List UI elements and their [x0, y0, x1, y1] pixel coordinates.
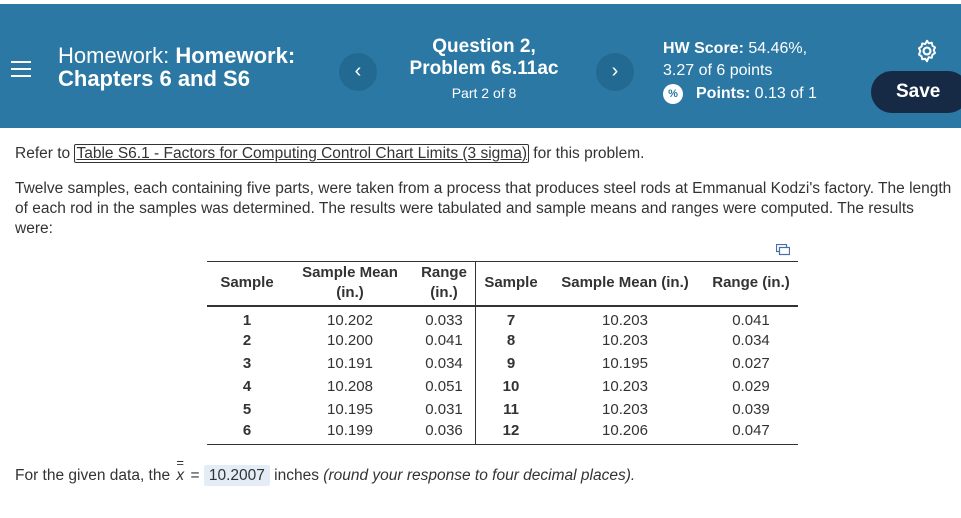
sample-cell: 12 [475, 421, 546, 445]
table-row: 4 10.208 0.051 10 10.203 0.029 [207, 375, 798, 399]
table-row: 3 10.191 0.034 9 10.195 0.027 [207, 352, 798, 376]
mean-cell: 10.206 [602, 422, 648, 440]
answer-units: inches [269, 467, 324, 484]
answer-line: For the given data, the x = 10.2007 inch… [15, 453, 636, 486]
next-question-button[interactable]: › [596, 53, 634, 91]
points-row: % Points: 0.13 of 1 [663, 83, 817, 105]
save-button[interactable]: Save [871, 71, 961, 113]
range-cell: 0.034 [732, 332, 770, 349]
sample-cell: 9 [475, 352, 546, 376]
part-label: Part 2 of 8 [451, 85, 517, 101]
mean-cell: 10.203 [602, 332, 648, 349]
range-cell: 0.029 [732, 378, 770, 395]
header-range: Range (in.) [421, 264, 467, 302]
range-cell: 0.047 [732, 422, 770, 440]
answer-hint: (round your response to four decimal pla… [323, 467, 636, 484]
sample-cell: 10 [475, 375, 546, 399]
mean-cell: 10.195 [327, 401, 373, 418]
chevron-right-icon: › [611, 60, 619, 82]
answer-equals: = [186, 467, 204, 484]
sample-cell: 3 [242, 355, 252, 372]
hw-score: HW Score: 54.46%, [663, 38, 817, 60]
range-cell: 0.041 [425, 332, 463, 349]
range-cell: 0.036 [425, 422, 463, 440]
mean-cell: 10.203 [602, 378, 648, 395]
mean-cell: 10.203 [602, 311, 648, 329]
sample-cell: 6 [242, 422, 252, 440]
score-panel: HW Score: 54.46%, 3.27 of 6 points % Poi… [663, 38, 817, 105]
sample-cell: 7 [475, 305, 546, 330]
hw-score-value: 54.46%, [748, 40, 808, 57]
chevron-left-icon: ‹ [354, 60, 362, 82]
points-summary: 3.27 of 6 points [663, 62, 773, 79]
sample-cell: 5 [242, 401, 252, 418]
range-cell: 0.031 [425, 401, 463, 418]
table-row: 6 10.199 0.036 12 10.206 0.047 [207, 421, 798, 445]
table-header-row: Sample Sample Mean (in.) Range (in.) Sam… [207, 261, 798, 306]
points-label: Points: [696, 85, 751, 102]
homework-title-prefix: Homework: [58, 43, 176, 68]
x-double-bar-symbol: x [176, 453, 184, 486]
refer-prefix: Refer to [15, 145, 75, 162]
range-cell: 0.027 [732, 355, 770, 372]
reference-line: Refer to Table S6.1 - Factors for Comput… [15, 144, 955, 164]
sample-cell: 1 [242, 311, 252, 329]
range-cell: 0.041 [732, 311, 770, 329]
table-reference-link[interactable]: Table S6.1 - Factors for Computing Contr… [74, 144, 529, 163]
answer-input[interactable]: 10.2007 [203, 465, 270, 486]
refer-suffix: for this problem. [528, 145, 645, 162]
sample-data-table: Sample Sample Mean (in.) Range (in.) Sam… [207, 261, 798, 445]
partial-credit-icon: % [663, 84, 683, 104]
sample-cell: 4 [242, 378, 252, 395]
mean-cell: 10.200 [327, 332, 373, 349]
problem-text: Twelve samples, each containing five par… [15, 180, 952, 237]
header-bar: Homework: Homework: Chapters 6 and S6 ‹ … [0, 4, 961, 128]
mean-cell: 10.203 [602, 401, 648, 418]
range-cell: 0.033 [425, 311, 463, 329]
question-info: Question 2, Problem 6s.11ac Part 2 of 8 [400, 36, 568, 101]
header-sample: Sample [475, 261, 546, 306]
mean-cell: 10.195 [602, 355, 648, 372]
previous-question-button[interactable]: ‹ [339, 53, 377, 91]
homework-title: Homework: Homework: Chapters 6 and S6 [58, 44, 318, 90]
sample-cell: 8 [475, 329, 546, 353]
menu-icon[interactable] [11, 61, 31, 79]
sample-cell: 2 [242, 332, 252, 349]
mean-cell: 10.208 [327, 378, 373, 395]
copy-table-icon[interactable] [776, 244, 790, 256]
question-title: Question 2, Problem 6s.11ac [409, 36, 559, 79]
mean-cell: 10.199 [327, 422, 373, 440]
table-row: 1 10.202 0.033 7 10.203 0.041 [207, 305, 798, 330]
settings-gear-icon[interactable] [914, 38, 940, 64]
range-cell: 0.034 [425, 355, 463, 372]
answer-prefix: For the given data, the [15, 467, 175, 484]
header-range: Range (in.) [712, 274, 790, 292]
range-cell: 0.039 [732, 401, 770, 418]
problem-content: Refer to Table S6.1 - Factors for Comput… [15, 144, 955, 239]
range-cell: 0.051 [425, 378, 463, 395]
mean-cell: 10.202 [327, 311, 373, 329]
header-sample-mean: Sample Mean (in.) [302, 264, 398, 302]
mean-cell: 10.191 [327, 355, 373, 372]
hw-score-label: HW Score: [663, 40, 744, 57]
header-sample-mean: Sample Mean (in.) [561, 274, 689, 292]
header-sample: Sample [220, 274, 274, 292]
sample-cell: 11 [475, 398, 546, 422]
points-value: 0.13 of 1 [754, 85, 817, 102]
table-row: 2 10.200 0.041 8 10.203 0.034 [207, 329, 798, 353]
table-row: 5 10.195 0.031 11 10.203 0.039 [207, 398, 798, 422]
